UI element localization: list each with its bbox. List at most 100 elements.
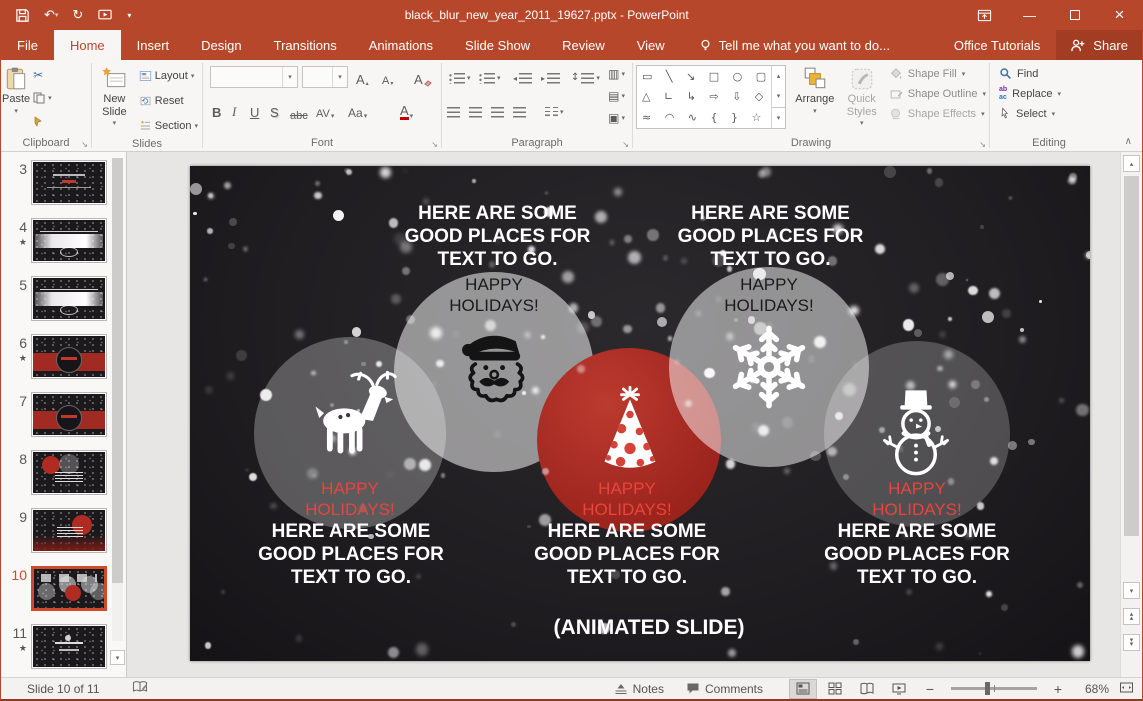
thumbnail-slide-11[interactable]: 11★ [5, 624, 110, 669]
thumbnail-frame[interactable] [31, 508, 107, 553]
snowflake-happy-holidays-text[interactable]: HAPPY HOLIDAYS! [709, 274, 829, 317]
scrollbar-thumb[interactable] [1124, 176, 1139, 536]
comments-toggle-button[interactable]: Comments [680, 678, 769, 700]
strikethrough-button[interactable]: abc [290, 102, 308, 122]
bold-button[interactable]: B [212, 100, 221, 120]
convert-smartart-button[interactable]: ▣▾ [608, 108, 625, 128]
start-slideshow-button[interactable] [97, 8, 113, 23]
align-center-button[interactable] [469, 102, 482, 122]
shape-fill-button[interactable]: Shape Fill▾ [889, 67, 986, 81]
snowflake-icon[interactable] [723, 321, 815, 413]
thumbnail-slide-5[interactable]: 5★ [5, 276, 110, 321]
tab-slideshow[interactable]: Slide Show [449, 30, 546, 60]
clear-formatting-button[interactable]: A [414, 67, 432, 87]
thumbnail-scrollbar-thumb[interactable] [112, 158, 123, 583]
font-name-combo[interactable]: ▾ [210, 66, 298, 88]
thumbnail-slide-7[interactable]: 7★ [5, 392, 110, 437]
character-spacing-button[interactable]: AV▾ [316, 100, 334, 120]
tab-view[interactable]: View [621, 30, 681, 60]
columns-button[interactable]: ▾ [545, 102, 564, 122]
fit-slide-button[interactable] [1119, 681, 1134, 697]
select-button[interactable]: Select▾ [999, 107, 1061, 120]
shapes-row-1[interactable]: ▭ ╲ ↘ □ ○ ▢ [642, 70, 766, 83]
thumbnail-frame[interactable] [31, 276, 107, 321]
zoom-slider[interactable] [951, 687, 1037, 690]
align-text-button[interactable]: ▤▾ [608, 86, 625, 106]
bottom-text-placeholder-2[interactable]: HERE ARE SOME GOOD PLACES FOR TEXT TO GO… [529, 521, 725, 589]
spell-check-button[interactable] [132, 680, 148, 697]
vertical-scrollbar[interactable]: ▴ ▾ ▴▴ ▾▾ [1120, 152, 1142, 677]
shape-effects-button[interactable]: Shape Effects▾ [889, 107, 986, 121]
change-case-button[interactable]: Aa▾ [348, 100, 367, 120]
tab-review[interactable]: Review [546, 30, 621, 60]
numbering-button[interactable]: ▾ [479, 68, 501, 88]
thumbnail-frame[interactable] [31, 566, 107, 611]
snowman-happy-holidays-text[interactable]: HAPPY HOLIDAYS! [842, 478, 992, 521]
shapes-scroll-up[interactable]: ▴ [772, 66, 785, 86]
normal-view-button[interactable] [789, 679, 817, 699]
decrease-indent-button[interactable]: ◂ [513, 68, 532, 88]
font-color-button[interactable]: A▾ [400, 100, 413, 120]
slide-indicator[interactable]: Slide 10 of 11 [27, 682, 100, 696]
cut-button[interactable]: ✂ [30, 66, 55, 84]
snowman-icon[interactable] [875, 386, 957, 478]
minimize-button[interactable]: — [1007, 0, 1052, 30]
previous-slide-button[interactable]: ▴▴ [1123, 608, 1140, 625]
copy-button[interactable]: ▾ [30, 89, 55, 107]
share-button[interactable]: Share [1056, 30, 1142, 60]
collapse-ribbon-button[interactable]: ∧ [1125, 136, 1132, 147]
zoom-in-button[interactable]: + [1051, 681, 1065, 697]
thumbnail-slide-4[interactable]: 4★ [5, 218, 110, 263]
santa-icon[interactable] [448, 326, 536, 418]
font-dialog-launcher[interactable]: ↘ [431, 141, 438, 149]
layout-button[interactable]: Layout▾ [136, 66, 201, 86]
zoom-level[interactable]: 68% [1075, 682, 1109, 696]
bullets-button[interactable]: ▾ [449, 68, 471, 88]
line-spacing-button[interactable]: ↕▾ [571, 68, 600, 88]
section-button[interactable]: Section▾ [136, 116, 201, 136]
shrink-font-button[interactable]: A▾ [382, 67, 393, 87]
shapes-scroll-down[interactable]: ▾ [772, 86, 785, 106]
clipboard-dialog-launcher[interactable]: ↘ [81, 141, 88, 149]
thumbnail-slide-9[interactable]: 9★ [5, 508, 110, 553]
reading-view-button[interactable] [853, 679, 881, 699]
thumbnail-frame[interactable] [31, 450, 107, 495]
zoom-out-button[interactable]: − [923, 681, 937, 697]
paste-button[interactable]: Paste ▾ [2, 62, 30, 135]
paragraph-dialog-launcher[interactable]: ↘ [622, 141, 629, 149]
tab-transitions[interactable]: Transitions [258, 30, 353, 60]
next-slide-button[interactable]: ▾▾ [1123, 634, 1140, 651]
slide-10-editing-area[interactable]: HERE ARE SOME GOOD PLACES FOR TEXT TO GO… [190, 166, 1090, 661]
animated-slide-note[interactable]: (ANIMATED SLIDE) [499, 616, 799, 640]
thumbnail-frame[interactable] [31, 392, 107, 437]
bottom-text-placeholder-3[interactable]: HERE ARE SOME GOOD PLACES FOR TEXT TO GO… [819, 521, 1015, 589]
top-text-placeholder-2[interactable]: HERE ARE SOME GOOD PLACES FOR TEXT TO GO… [668, 203, 873, 271]
find-button[interactable]: Find [999, 67, 1061, 80]
replace-button[interactable]: abacReplace▾ [999, 86, 1061, 101]
undo-button[interactable]: ↶▾ [44, 7, 58, 23]
maximize-button[interactable] [1052, 0, 1097, 30]
thumbnail-frame[interactable] [31, 160, 107, 205]
thumbnail-frame[interactable] [31, 218, 107, 263]
tab-insert[interactable]: Insert [121, 30, 186, 60]
save-button[interactable] [15, 8, 30, 23]
scroll-down-button[interactable]: ▾ [1123, 582, 1140, 599]
new-slide-button[interactable]: New Slide ▾ [93, 62, 136, 136]
reindeer-icon[interactable] [302, 369, 398, 465]
shapes-row-2[interactable]: △ ∟ ↳ ⇨ ⇩ ◇ [642, 90, 766, 103]
shapes-row-3[interactable]: ≈ ◠ ∿ { } ☆ [642, 111, 766, 124]
format-painter-button[interactable] [30, 112, 55, 130]
arrange-button[interactable]: Arrange ▾ [789, 62, 841, 135]
close-button[interactable]: × [1097, 0, 1142, 30]
quick-styles-button[interactable]: Quick Styles ▾ [841, 62, 883, 135]
office-tutorials-button[interactable]: Office Tutorials [938, 30, 1056, 60]
ribbon-display-options-button[interactable] [962, 0, 1007, 30]
tab-animations[interactable]: Animations [353, 30, 449, 60]
party-hat-icon[interactable] [597, 386, 663, 476]
zoom-slider-thumb[interactable] [985, 682, 990, 695]
notes-toggle-button[interactable]: Notes [608, 678, 670, 700]
slideshow-view-button[interactable] [885, 679, 913, 699]
thumbnail-slide-8[interactable]: 8★ [5, 450, 110, 495]
tab-design[interactable]: Design [185, 30, 257, 60]
increase-indent-button[interactable]: ▸ [541, 68, 560, 88]
